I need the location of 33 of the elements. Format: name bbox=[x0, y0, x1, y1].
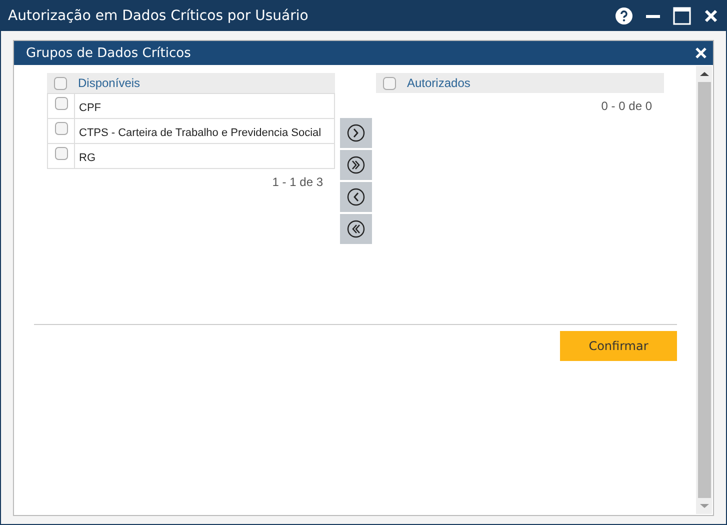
dialog-title: Grupos de Dados Críticos bbox=[26, 46, 192, 60]
help-icon bbox=[615, 7, 633, 25]
pager-text: 1 - 1 de 3 bbox=[272, 175, 323, 189]
close-icon bbox=[695, 47, 707, 59]
maximize-button[interactable] bbox=[673, 7, 691, 25]
list-item[interactable]: CPF bbox=[75, 94, 101, 118]
window-title: Autorização em Dados Críticos por Usuário bbox=[8, 8, 310, 24]
confirm-button[interactable]: Confirmar bbox=[560, 331, 677, 361]
move-all-right-button[interactable] bbox=[340, 150, 372, 180]
maximize-icon bbox=[673, 7, 691, 25]
move-all-left-button[interactable] bbox=[340, 214, 372, 244]
chevron-left-icon bbox=[347, 188, 365, 206]
scrollbar[interactable] bbox=[696, 66, 712, 514]
pager-text: 0 - 0 de 0 bbox=[601, 99, 652, 113]
checkbox[interactable] bbox=[54, 147, 68, 160]
double-chevron-left-icon bbox=[347, 220, 365, 238]
minimize-icon bbox=[646, 14, 660, 18]
move-right-button[interactable] bbox=[340, 118, 372, 148]
checkbox[interactable] bbox=[54, 76, 66, 90]
scroll-up-arrow-icon[interactable] bbox=[700, 71, 708, 77]
help-button[interactable] bbox=[615, 7, 633, 25]
chevron-right-icon bbox=[347, 124, 365, 142]
close-icon bbox=[704, 7, 718, 25]
close-button[interactable] bbox=[695, 47, 707, 59]
move-left-button[interactable] bbox=[340, 182, 372, 212]
checkbox[interactable] bbox=[54, 122, 68, 135]
list-item[interactable]: RG bbox=[75, 144, 96, 168]
double-chevron-right-icon bbox=[347, 156, 365, 174]
close-button[interactable] bbox=[704, 7, 718, 25]
checkbox[interactable] bbox=[382, 76, 396, 90]
checkbox[interactable] bbox=[54, 97, 68, 110]
column-header: Disponíveis bbox=[77, 76, 140, 90]
column-header: Autorizados bbox=[406, 76, 470, 90]
